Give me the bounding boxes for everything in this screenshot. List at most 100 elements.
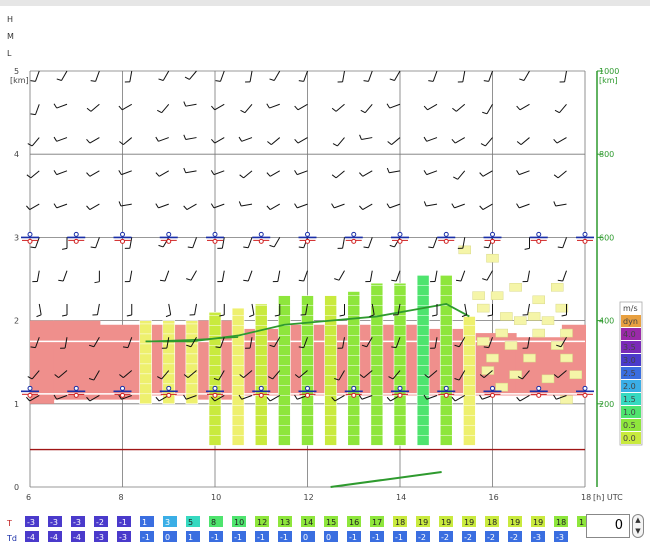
wind-barb-flag [183,167,187,173]
dewpoint-value: -2 [418,533,426,542]
wind-barb-flag [482,278,488,281]
dewpoint-value: 1 [188,533,193,542]
wind-barb [519,395,530,402]
lcl-dot-red [582,392,588,398]
wind-barb-flag [386,396,391,402]
wind-barb-flag [215,346,221,349]
wind-barb-flag [56,78,62,82]
temp-value: -2 [96,518,104,527]
wind-barb [29,203,40,211]
wind-barb-flag [158,78,164,82]
wind-barb-flag [269,244,275,248]
wind-barb [56,137,68,142]
wind-barb-flag [391,346,397,349]
temp-value: 15 [326,518,336,527]
dewpoint-value: 0 [303,533,308,542]
dewpoint-value: -1 [372,533,380,542]
wind-barb [434,270,438,282]
temp-value: 19 [464,518,474,527]
wind-barb [61,70,68,81]
lcl-dot-red [258,238,264,244]
wind-barb [426,137,438,142]
wind-barb [432,70,438,82]
wind-barb [214,103,225,111]
upper-cloud-cell [490,291,504,300]
wind-barb-flag [483,80,489,82]
wind-barb [519,103,530,111]
wind-barb [488,70,493,82]
lcl-dot-blue [305,385,310,391]
thermal-column [393,282,407,446]
wind-barb [220,70,225,82]
wind-barb-flag [516,203,520,209]
x-tick-label: 10 [211,493,221,502]
legend-label: 1.5 [623,395,636,404]
wind-barb-flag [455,279,462,282]
lcl-dot-blue [351,385,357,391]
wind-barb [389,103,401,109]
wind-barb-flag [331,107,337,112]
wind-barb [164,270,170,282]
dewpoint-value: -1 [142,533,150,542]
lcl-dot-red [120,392,125,398]
wind-barb [486,270,493,281]
y-right-tick-label: 200 [599,400,614,409]
wind-barb-flag [158,244,164,248]
y-left-tick-label: 2 [14,317,19,326]
wind-barb [303,70,308,82]
x-tick-label: 16 [489,493,499,502]
temp-value: -3 [27,518,35,527]
x-tick-label: 12 [304,493,314,502]
wind-barb-flag [58,279,64,282]
wind-barb [90,103,100,112]
y-right-unit: [km] [599,76,618,85]
wind-barb-flag [480,143,486,147]
wind-barb [249,70,253,82]
wind-barb-flag [267,141,272,146]
wind-barb-flag [451,138,456,144]
wind-barb-flag [553,394,557,400]
temp-value: -3 [73,518,81,527]
wind-barb [369,270,373,282]
wind-barb [185,170,197,174]
legend-title: m/s [623,304,638,313]
dewpoint-value: -1 [211,533,219,542]
wind-barb [185,137,197,140]
meteogram-chart: 012345[km]2004006008001000[km]6 8 10 12 14 16… [6,67,643,543]
wind-barb [338,270,345,281]
wind-barb-flag [554,109,560,114]
wind-barb-flag [30,246,36,249]
wind-barb-flag [118,105,123,111]
wind-barb-flag [483,246,489,249]
wind-barb-flag [557,246,563,249]
wind-barb [556,137,567,144]
temp-value: 13 [280,518,290,527]
lcl-dot-blue [397,231,403,237]
legend-label: 3.0 [623,356,636,365]
upper-cloud-cell [486,353,499,363]
wind-barb [168,303,172,315]
wind-barb [56,203,68,209]
wind-barb-flag [386,103,391,109]
wind-barb [95,70,100,82]
dewpoint-value: -3 [533,533,541,542]
lcl-dot-blue [120,231,125,237]
wind-barb [337,137,345,147]
wind-barb-flag [210,203,215,209]
upper-cloud-cell [486,253,499,263]
stepper-up-arrow-icon[interactable]: ▲ [633,515,643,526]
wind-barb-flag [294,105,299,111]
upper-cloud-cell [495,328,508,338]
wind-barb [342,237,345,249]
wind-barb [129,237,133,249]
stepper-down-arrow-icon[interactable]: ▼ [633,526,643,537]
wind-barb-flag [432,314,438,317]
wind-barb-flag [165,314,171,318]
wind-barb [269,170,281,177]
wind-barb [389,170,401,174]
hour-offset-stepper[interactable]: 0 [586,514,630,538]
wind-barb-flag [159,279,166,282]
wind-barb-flag [487,314,493,317]
dewpoint-value: -4 [50,533,58,542]
lcl-dot-red [166,392,172,398]
